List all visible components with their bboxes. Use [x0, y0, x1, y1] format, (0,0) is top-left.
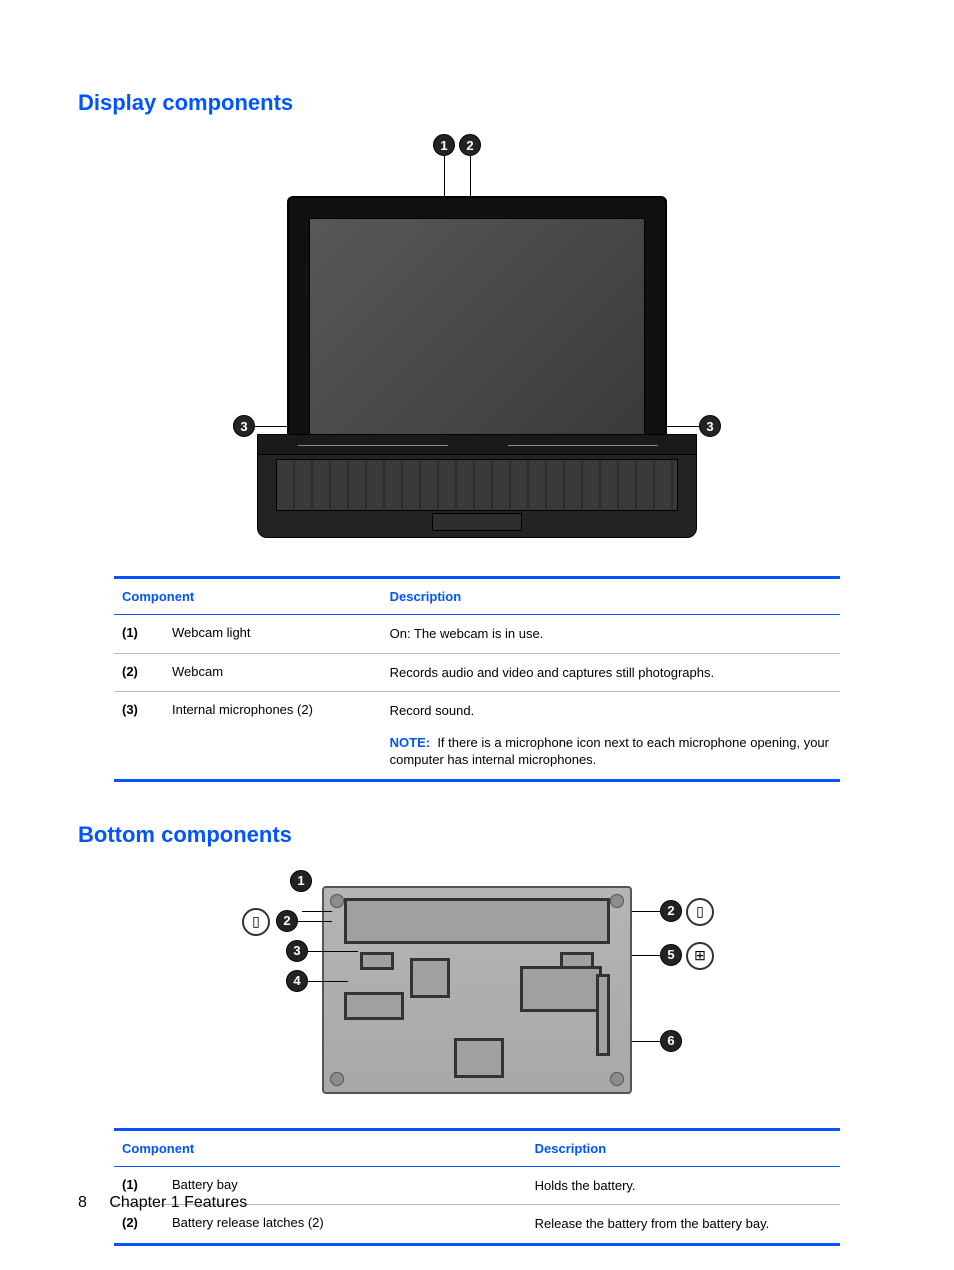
header-component: Component: [114, 1129, 527, 1166]
callout-bubble-3-right: 3: [699, 415, 721, 437]
display-components-heading: Display components: [78, 90, 876, 116]
battery-icon: ▯: [242, 908, 270, 936]
callout-bubble-3-left: 3: [233, 415, 255, 437]
note-text: If there is a microphone icon next to ea…: [390, 735, 829, 768]
memory-icon: ⊞: [686, 942, 714, 970]
component-description: On: The webcam is in use.: [382, 615, 840, 654]
callout-bubble-2r: 2: [660, 900, 682, 922]
chapter-label: Chapter 1 Features: [109, 1194, 247, 1211]
table-header-row: Component Description: [114, 1129, 840, 1166]
callout-bubble-1: 1: [433, 134, 455, 156]
component-description: Record sound. NOTE: If there is a microp…: [382, 692, 840, 781]
display-illustration: 1 2 3 3: [78, 134, 876, 554]
laptop-screen: [309, 218, 645, 438]
battery-icon: ▯: [686, 898, 714, 926]
table-row: (2) Webcam Records audio and video and c…: [114, 653, 840, 692]
row-index: (1): [114, 615, 164, 654]
callout-bubble-3: 3: [286, 940, 308, 962]
page-footer: 8 Chapter 1 Features: [78, 1194, 247, 1212]
battery-bay-outline: [344, 898, 610, 944]
component-name: Internal microphones (2): [164, 692, 382, 781]
callout-bubble-4: 4: [286, 970, 308, 992]
row-index: (2): [114, 653, 164, 692]
laptop-touchpad: [432, 513, 522, 531]
laptop-base: [257, 434, 697, 538]
component-description: Records audio and video and captures sti…: [382, 653, 840, 692]
component-name: Webcam: [164, 653, 382, 692]
table-row: (3) Internal microphones (2) Record soun…: [114, 692, 840, 781]
laptop-keyboard: [276, 459, 678, 511]
component-description: Release the battery from the battery bay…: [527, 1205, 840, 1245]
header-description: Description: [382, 578, 840, 615]
bottom-components-table: Component Description (1) Battery bay Ho…: [114, 1128, 840, 1246]
callout-bubble-1: 1: [290, 870, 312, 892]
note-label: NOTE:: [390, 735, 430, 750]
bottom-components-heading: Bottom components: [78, 822, 876, 848]
display-components-table: Component Description (1) Webcam light O…: [114, 576, 840, 782]
callout-bubble-6: 6: [660, 1030, 682, 1052]
laptop-lid: [287, 196, 667, 460]
page-number: 8: [78, 1194, 87, 1211]
row-index: (3): [114, 692, 164, 781]
component-description: Holds the battery.: [527, 1166, 840, 1205]
bottom-illustration: ▯ 1 2 3 4 2 ▯ 5 ⊞ 6: [78, 866, 876, 1106]
header-description: Description: [527, 1129, 840, 1166]
header-component: Component: [114, 578, 382, 615]
callout-bubble-2: 2: [459, 134, 481, 156]
callout-bubble-2: 2: [276, 910, 298, 932]
chassis-bottom: [322, 886, 632, 1094]
component-name: Webcam light: [164, 615, 382, 654]
table-header-row: Component Description: [114, 578, 840, 615]
callout-bubble-5: 5: [660, 944, 682, 966]
table-row: (1) Webcam light On: The webcam is in us…: [114, 615, 840, 654]
